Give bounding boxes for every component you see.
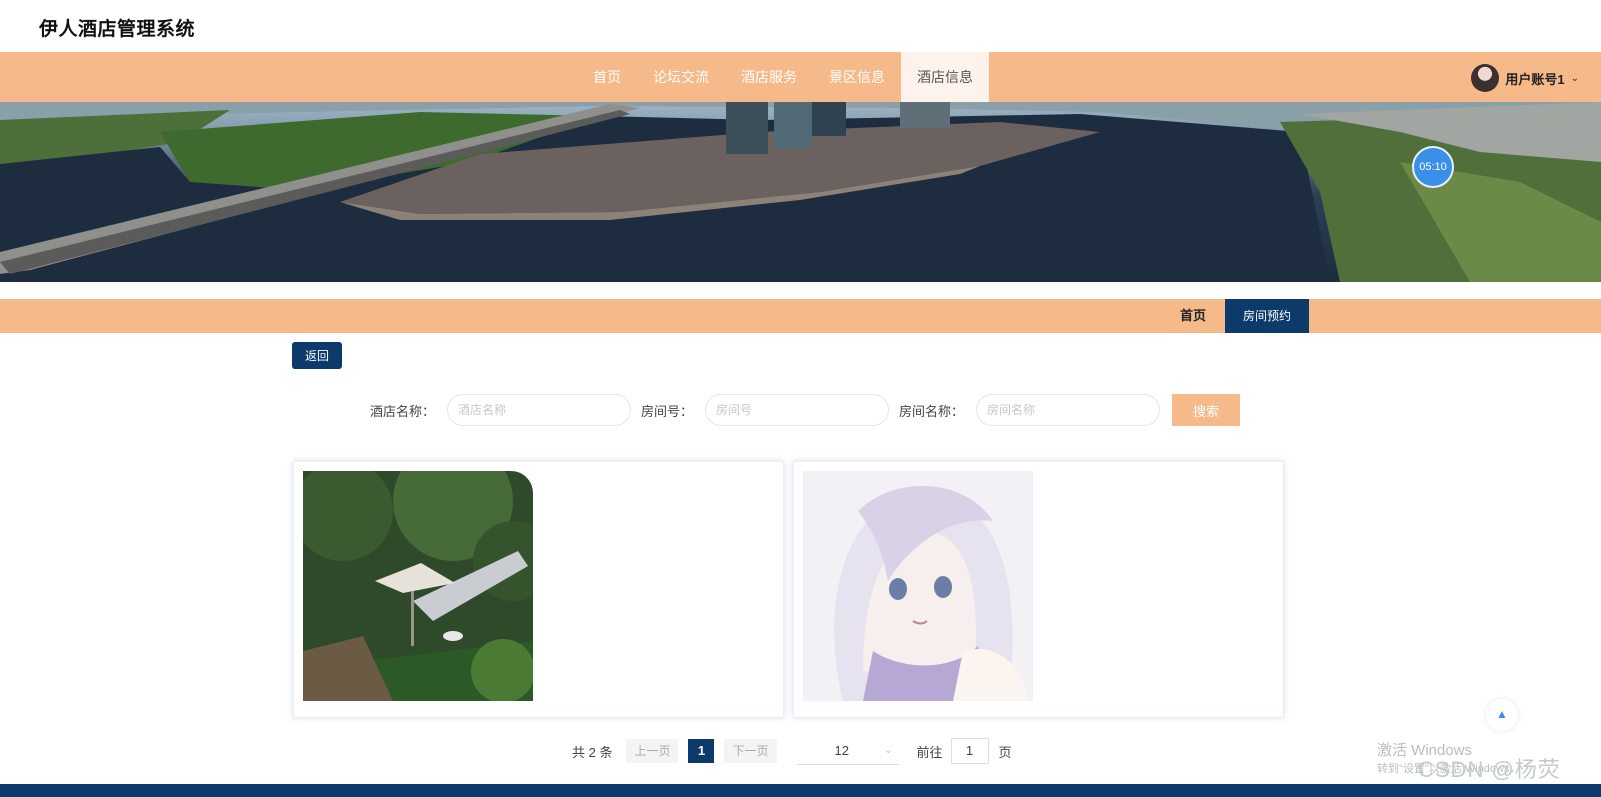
hotel-name-input[interactable] bbox=[447, 394, 632, 426]
user-name: 用户账号1 bbox=[1505, 71, 1565, 87]
top-header: 伊人酒店管理系统 bbox=[0, 0, 1601, 52]
banner-illustration bbox=[0, 102, 1601, 282]
nav-item-forum[interactable]: 论坛交流 bbox=[637, 52, 725, 102]
user-menu[interactable]: 用户账号1 ⌄ bbox=[1471, 64, 1579, 92]
goto-label: 前往 bbox=[916, 744, 943, 760]
nav-item-hotel-service[interactable]: 酒店服务 bbox=[725, 52, 813, 102]
back-button[interactable]: 返回 bbox=[292, 342, 342, 369]
chevron-down-icon: ⌄ bbox=[884, 745, 893, 756]
room-card[interactable] bbox=[793, 461, 1284, 718]
nav-item-hotel-info[interactable]: 酒店信息 bbox=[901, 52, 989, 102]
breadcrumb-home[interactable]: 首页 bbox=[1180, 299, 1206, 333]
page-number-current[interactable]: 1 bbox=[688, 739, 715, 763]
page-size-select[interactable]: 12 ⌄ bbox=[796, 737, 899, 765]
next-page-button[interactable]: 下一页 bbox=[724, 739, 777, 763]
room-name-input[interactable] bbox=[976, 394, 1161, 426]
page-size-value: 12 bbox=[834, 743, 849, 758]
room-image[interactable] bbox=[303, 471, 533, 701]
prev-page-button[interactable]: 上一页 bbox=[626, 739, 679, 763]
nav-menu: 首页 论坛交流 酒店服务 景区信息 酒店信息 bbox=[577, 52, 989, 102]
room-name-label: 房间名称： bbox=[899, 403, 965, 419]
page-unit-label: 页 bbox=[998, 744, 1012, 760]
csdn-watermark: CSDN @杨荧 bbox=[1418, 757, 1561, 782]
nav-item-scenic-info[interactable]: 景区信息 bbox=[813, 52, 901, 102]
room-image-garden bbox=[303, 471, 533, 701]
site-title: 伊人酒店管理系统 bbox=[39, 19, 196, 40]
room-number-input[interactable] bbox=[705, 394, 890, 426]
goto-page-input[interactable]: 1 bbox=[950, 738, 989, 764]
search-button[interactable]: 搜索 bbox=[1172, 394, 1241, 426]
search-form: 酒店名称： 房间号： 房间名称： 搜索 bbox=[370, 394, 1241, 426]
hotel-name-label: 酒店名称： bbox=[370, 403, 436, 419]
avatar-icon bbox=[1471, 64, 1500, 92]
nav-bar: 首页 论坛交流 酒店服务 景区信息 酒店信息 用户账号1 ⌄ bbox=[0, 52, 1601, 102]
chevron-down-icon: ⌄ bbox=[1570, 72, 1579, 84]
room-image[interactable] bbox=[803, 471, 1033, 701]
arrow-up-icon[interactable]: ▲ bbox=[1486, 699, 1518, 731]
pagination: 共 2 条 上一页 1 下一页 12 ⌄ 前往 1 页 bbox=[572, 737, 1012, 765]
room-card[interactable] bbox=[293, 461, 784, 718]
banner-image bbox=[0, 102, 1601, 282]
room-image-anime bbox=[803, 471, 1033, 701]
nav-item-home[interactable]: 首页 bbox=[577, 52, 637, 102]
pagination-total: 共 2 条 bbox=[572, 744, 613, 760]
timer-badge: 05:10 bbox=[1412, 146, 1454, 188]
footer-bar bbox=[0, 784, 1601, 797]
breadcrumb-current: 房间预约 bbox=[1225, 299, 1309, 333]
breadcrumb: 首页 房间预约 bbox=[0, 299, 1601, 333]
room-number-label: 房间号： bbox=[641, 403, 694, 419]
